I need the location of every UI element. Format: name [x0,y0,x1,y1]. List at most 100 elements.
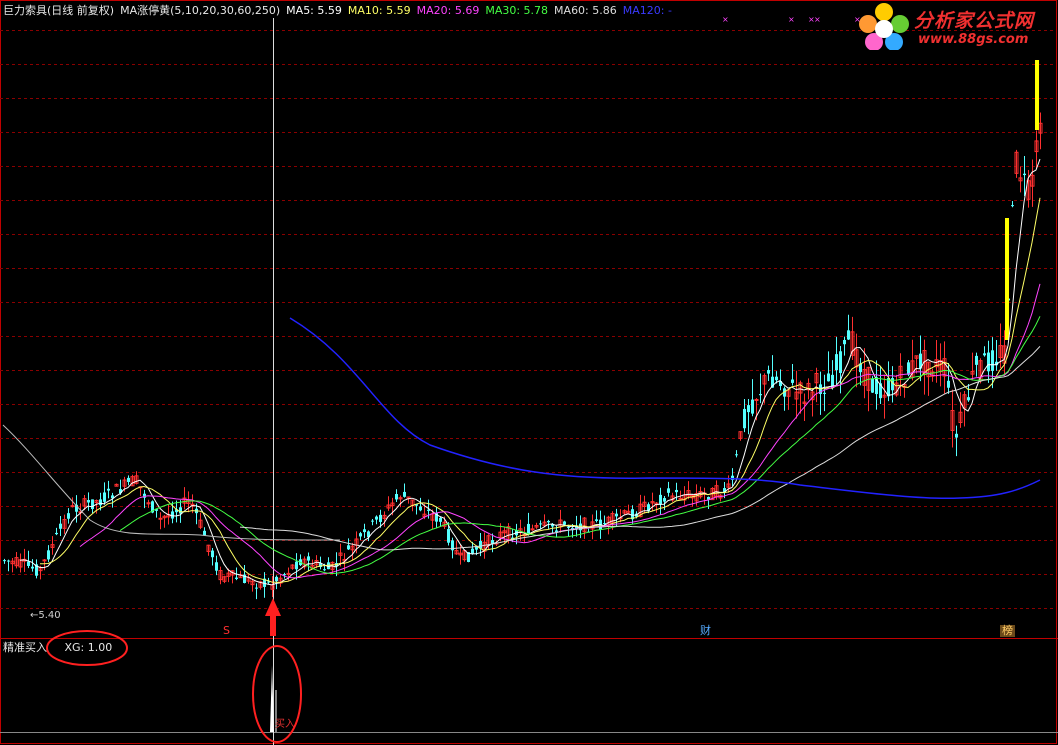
ma120-line [289,317,1041,500]
candle-body [27,561,30,566]
candle-body [827,373,830,382]
ma20-value: MA20: 5.69 [416,4,480,17]
candle-body [791,379,794,383]
candle-body [55,532,58,535]
candle-body [659,494,662,505]
ma10-value: MA10: 5.59 [347,4,411,17]
flower-logo-icon [859,3,909,50]
candle-body [967,397,970,401]
candle-body [59,523,62,529]
stock-chart-window: × × × × × 巨力索具(日线 前复权) MA涨停黄(5,10,20,30,60,25… [0,0,1058,745]
candle-body [471,548,474,554]
candle-body [843,339,846,345]
candle-body [363,529,366,533]
candle-body [395,493,398,500]
limit-up-bar [1035,60,1039,130]
candle-body [767,370,770,374]
candle-body [171,511,174,519]
chart-header: 巨力索具(日线 前复权) MA涨停黄(5,10,20,30,60,250) MA5:… [3,3,678,19]
candle-body [127,477,130,482]
candle-body [275,576,278,582]
chart-border [0,0,1057,744]
top-marker: × [722,15,729,24]
candle-body [47,550,50,560]
candle-body [539,523,542,525]
candle-body [479,540,482,549]
candle-body [91,499,94,510]
logo-url: www.88gs.com [918,32,1029,47]
candle-body [667,488,670,493]
candle-body [447,529,450,543]
site-logo: 分析家公式网 www.88gs.com [856,2,1052,50]
candle-body [567,526,570,528]
candle-body [678,497,683,500]
candle-body [847,330,850,340]
candle-body [530,528,535,531]
xg-value: XG: 1.00 [64,641,113,654]
candle-body [203,530,206,536]
candle-body [42,559,47,562]
candle-body [439,517,442,522]
low-price-label: ←5.40 [30,610,61,621]
candle-body [87,500,90,503]
candle-body [563,521,566,525]
candle-body [107,488,110,491]
candle-body [99,499,102,506]
event-marker-finance[interactable]: 财 [700,625,711,637]
candle-body [991,350,994,371]
candle-body [823,392,826,394]
candle-body [751,399,754,414]
candle-body [403,491,406,497]
candle-body [283,574,286,576]
candle-body [215,562,218,571]
candle-body [675,489,678,493]
candle-body [775,376,778,381]
ma5-value: MA5: 5.59 [286,4,342,17]
event-marker-list[interactable]: 榜 [1000,625,1015,637]
candle-body [987,352,990,372]
candle-body [190,503,195,506]
candle-body [615,513,618,517]
candlestick-chart[interactable]: × × × × × [0,0,1058,745]
buy-signal-label: 买入 [275,719,295,730]
candle-body [7,560,10,562]
sub-panel-header: 精准买入 XG: 1.00 [3,641,112,655]
candle-body [747,405,750,413]
event-marker-s[interactable]: S [223,625,230,637]
candle-body [595,519,598,521]
candle-body [907,362,910,375]
signal-arrow-icon [265,598,281,636]
candle-body [983,353,986,356]
candle-body [871,378,874,393]
candle-body [211,550,214,558]
candle-body [419,506,422,511]
candle-body [603,523,606,525]
candle-body [379,514,382,522]
ma120-value: MA120: - [622,4,672,17]
candle-body [527,523,530,535]
candle-body [955,433,958,438]
candle-body [179,507,182,514]
candle-body [103,492,106,502]
ma-line [79,283,1041,579]
candle-body [835,354,838,371]
candle-body [70,505,75,508]
limit-up-bar [1005,218,1009,340]
candle-body [347,545,350,550]
candle-body [323,569,326,571]
candle-body [371,520,374,522]
logo-name: 分析家公式网 [914,10,1035,32]
candle-body [427,509,430,511]
ma30-value: MA30: 5.78 [485,4,549,17]
candle-body [547,520,550,523]
sub-panel-title: 精准买入 [3,641,47,654]
candle-body [663,498,666,502]
top-marker: × [788,15,795,24]
candle-body [3,560,6,562]
candle-body [887,378,890,397]
candle-body [759,394,762,396]
candle-body [1011,205,1014,207]
candle-body [947,380,950,388]
stock-title: 巨力索具(日线 前复权) [3,4,115,17]
candle-body [158,517,163,520]
